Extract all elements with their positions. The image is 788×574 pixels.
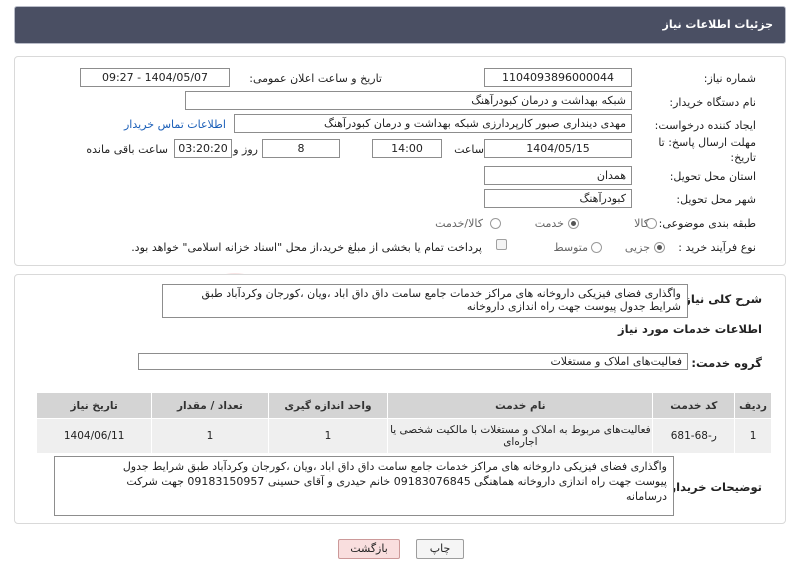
announce-label: تاریخ و ساعت اعلان عمومی: [249,72,382,85]
service-group-label: گروه خدمت: [691,356,762,370]
cell-row: 1 [734,418,772,454]
cell-name-line-1: فعالیت‌های مربوط به املاک و مستغلات با م… [390,424,651,436]
process-radio-minor[interactable] [654,242,665,253]
treasury-payment-checkbox[interactable] [496,239,507,250]
page-header: جزئیات اطلاعات نیاز [14,6,786,44]
city-field[interactable]: کبودرآهنگ [484,189,632,208]
page-title: جزئیات اطلاعات نیاز [662,18,774,31]
buyer-notes-textbox[interactable]: واگذاری فضای فیزیکی داروخانه های مراکز خ… [54,456,674,516]
deadline-date-field[interactable]: 1404/05/15 [484,139,632,158]
deadline-time-label: ساعت [454,143,484,156]
creator-label: ایجاد کننده درخواست: [654,119,756,132]
col-date: تاریخ نیاز [35,392,153,419]
category-option-goods: کالا [634,217,649,230]
province-label: استان محل تحویل: [669,170,756,183]
col-unit: واحد اندازه گیری [267,392,389,419]
col-name: نام خدمت [387,392,654,419]
category-radio-service[interactable] [568,218,579,229]
summary-line-1: واگذاری فضای فیزیکی داروخانه های مراکز خ… [201,287,681,300]
cell-name: فعالیت‌های مربوط به املاک و مستغلات با م… [387,418,654,454]
summary-label: شرح کلی نیاز: [679,292,762,306]
summary-line-2: شرایط جدول پیوست جهت راه اندازی داروخانه [466,300,681,313]
cell-code: ر-68-681 [652,418,736,454]
announce-field[interactable]: 1404/05/07 - 09:27 [80,68,230,87]
buyer-org-field[interactable]: شبکه بهداشت و درمان کبودرآهنگ [185,91,632,110]
need-number-label: شماره نیاز: [703,72,756,85]
category-label: طبقه بندی موضوعی: [658,217,756,230]
days-label: روز و [233,143,258,156]
category-radio-goods-service[interactable] [490,218,501,229]
remaining-time-field[interactable]: 03:20:20 [174,139,232,158]
process-option-medium: متوسط [553,241,588,254]
remaining-label: ساعت باقی مانده [86,143,168,156]
process-option-minor: جزیی [624,241,650,254]
process-radio-medium[interactable] [591,242,602,253]
deadline-time-field[interactable]: 14:00 [372,139,442,158]
summary-textbox[interactable]: واگذاری فضای فیزیکی داروخانه های مراکز خ… [162,284,688,318]
buyer-notes-line-2: پیوست جهت راه اندازی داروخانه هماهنگی 09… [126,475,667,488]
process-label: نوع فرآیند خرید : [678,241,756,254]
deadline-label: مهلت ارسال پاسخ: تا [658,136,756,149]
buyer-org-label: نام دستگاه خریدار: [669,96,756,109]
deadline-date-label: تاریخ: [730,151,756,164]
city-label: شهر محل تحویل: [676,193,756,206]
buyer-contact-link[interactable]: اطلاعات تماس خریدار [124,118,226,131]
table-row: 1 ر-68-681 فعالیت‌های مربوط به املاک و م… [35,418,772,454]
need-info-panel [14,56,786,266]
services-heading: اطلاعات خدمات مورد نیاز [618,322,762,336]
buyer-notes-line-1: واگذاری فضای فیزیکی داروخانه های مراکز خ… [122,460,667,473]
col-code: کد خدمت [652,392,736,419]
services-table: ردیف کد خدمت نام خدمت واحد اندازه گیری ت… [35,392,772,454]
col-row: ردیف [734,392,772,419]
province-field[interactable]: همدان [484,166,632,185]
category-option-goods-service: کالا/خدمت [435,217,483,230]
cell-date: 1404/06/11 [35,418,153,454]
buyer-notes-label: توضیحات خریدار: [664,480,762,494]
back-button[interactable]: بازگشت [338,539,400,559]
payment-note: پرداخت تمام یا بخشی از مبلغ خرید،از محل … [131,241,482,254]
table-header-row: ردیف کد خدمت نام خدمت واحد اندازه گیری ت… [35,392,772,419]
creator-field[interactable]: مهدی دینداری صبور کارپردارزی شبکه بهداشت… [234,114,632,133]
cell-name-line-2: اجاره‌ای [503,436,538,448]
buyer-notes-line-3: درسامانه [626,490,667,503]
days-field[interactable]: 8 [262,139,340,158]
col-qty: تعداد / مقدار [151,392,269,419]
print-button[interactable]: چاپ [416,539,464,559]
category-option-service: خدمت [534,217,564,230]
cell-unit: 1 [267,418,389,454]
cell-qty: 1 [151,418,269,454]
service-group-field[interactable]: فعالیت‌های املاک و مستغلات [138,353,688,370]
need-number-field[interactable]: 1104093896000044 [484,68,632,87]
